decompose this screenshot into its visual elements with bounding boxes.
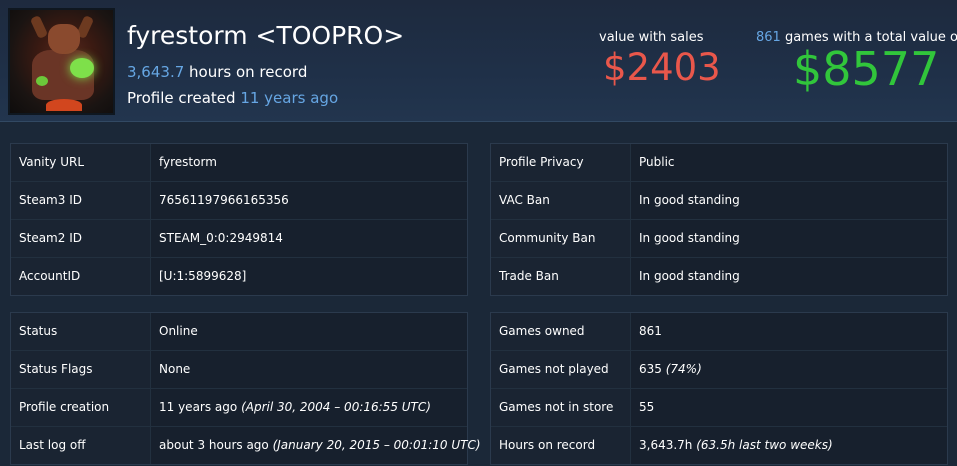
created-prefix: Profile created	[127, 89, 241, 107]
table-row: Status Flags None	[11, 351, 467, 389]
sales-label: value with sales	[599, 30, 704, 45]
row-value-main: None	[159, 362, 191, 376]
table-row: Games not played 635 (74%)	[491, 351, 947, 389]
row-key: Community Ban	[491, 220, 631, 257]
status-panel: Status Online Status Flags None Profile cr…	[10, 312, 481, 465]
table-row: Status Online	[11, 313, 467, 351]
table-row: Vanity URL fyrestorm	[11, 144, 467, 182]
hours-on-record: 3,643.7 hours on record	[127, 63, 307, 81]
row-value-main: 3,643.7h	[639, 438, 697, 452]
ids-panel: Vanity URL fyrestorm Steam3 ID 76561197966…	[10, 143, 468, 296]
row-key: Games not played	[491, 351, 631, 388]
row-value: In good standing	[639, 269, 740, 283]
total-amount: $8577	[793, 42, 940, 96]
hours-value: 3,643.7	[127, 63, 185, 81]
row-value: Public	[639, 155, 675, 169]
row-key: Steam3 ID	[11, 182, 151, 219]
row-value: 76561197966165356	[159, 193, 289, 207]
table-row: Steam2 ID STEAM_0:0:2949814	[11, 220, 467, 258]
row-key: Profile creation	[11, 389, 151, 426]
row-value-main: Online	[159, 324, 198, 338]
avatar-head	[48, 24, 80, 54]
table-row: AccountID [U:1:5899628]	[11, 258, 467, 295]
table-row: Games not in store 55	[491, 389, 947, 427]
row-value: STEAM_0:0:2949814	[159, 231, 283, 245]
table-row: Profile creation 11 years ago (April 30, …	[11, 389, 467, 427]
row-value-main: 861	[639, 324, 662, 338]
avatar-fire	[46, 99, 82, 111]
row-value-main: 55	[639, 400, 655, 414]
row-value-extra: (April 30, 2004 – 00:16:55 UTC)	[241, 400, 431, 414]
row-value: 3,643.7h (63.5h last two weeks)	[639, 427, 833, 464]
table-row: Steam3 ID 76561197966165356	[11, 182, 467, 220]
sales-amount: $2403	[603, 46, 721, 89]
row-key: Vanity URL	[11, 144, 151, 181]
row-value: [U:1:5899628]	[159, 269, 247, 283]
games-count: 861	[756, 30, 781, 45]
row-value-extra: (January 20, 2015 – 00:01:10 UTC)	[272, 438, 481, 452]
table-row: Last log off about 3 hours ago (January 2…	[11, 427, 481, 464]
row-value-extra: (74%)	[665, 362, 702, 376]
row-key: Games owned	[491, 313, 631, 350]
avatar-glow-small	[36, 76, 48, 86]
table-row: Games owned 861	[491, 313, 947, 351]
table-row: VAC Ban In good standing	[491, 182, 947, 220]
row-value-main: 635	[639, 362, 666, 376]
row-value: 635 (74%)	[639, 351, 702, 388]
profile-name: fyrestorm <TOOPRO>	[127, 21, 405, 50]
row-key: VAC Ban	[491, 182, 631, 219]
row-value-extra: (63.5h last two weeks)	[696, 438, 833, 452]
avatar-horn-left	[29, 14, 49, 40]
row-key: Games not in store	[491, 389, 631, 426]
profile-header: fyrestorm <TOOPRO> 3,643.7 hours on reco…	[0, 0, 957, 122]
row-value: None	[159, 351, 190, 388]
hours-suffix: hours on record	[184, 63, 308, 81]
avatar[interactable]	[8, 8, 115, 115]
row-value-main: 11 years ago	[159, 400, 242, 414]
row-value-main: about 3 hours ago	[159, 438, 273, 452]
row-value: 55	[639, 389, 654, 426]
table-row: Hours on record 3,643.7h (63.5h last two …	[491, 427, 947, 464]
games-panel: Games owned 861 Games not played 635 (74%)…	[490, 312, 948, 465]
row-value: In good standing	[639, 193, 740, 207]
table-row: Trade Ban In good standing	[491, 258, 947, 295]
row-key: Last log off	[11, 427, 151, 464]
bans-panel: Profile Privacy Public VAC Ban In good sta…	[490, 143, 948, 296]
row-key: Hours on record	[491, 427, 631, 464]
row-value: fyrestorm	[159, 155, 217, 169]
profile-created: Profile created 11 years ago	[127, 89, 338, 107]
row-key: Trade Ban	[491, 258, 631, 295]
row-value: Online	[159, 313, 198, 350]
row-key: AccountID	[11, 258, 151, 295]
row-value: 861	[639, 313, 662, 350]
row-key: Profile Privacy	[491, 144, 631, 181]
avatar-glow	[70, 58, 94, 78]
row-key: Steam2 ID	[11, 220, 151, 257]
row-value: 11 years ago (April 30, 2004 – 00:16:55 …	[159, 389, 431, 426]
row-value: In good standing	[639, 231, 740, 245]
table-row: Profile Privacy Public	[491, 144, 947, 182]
row-key: Status Flags	[11, 351, 151, 388]
row-key: Status	[11, 313, 151, 350]
row-value: about 3 hours ago (January 20, 2015 – 00…	[159, 427, 481, 464]
table-row: Community Ban In good standing	[491, 220, 947, 258]
created-value: 11 years ago	[240, 89, 339, 107]
